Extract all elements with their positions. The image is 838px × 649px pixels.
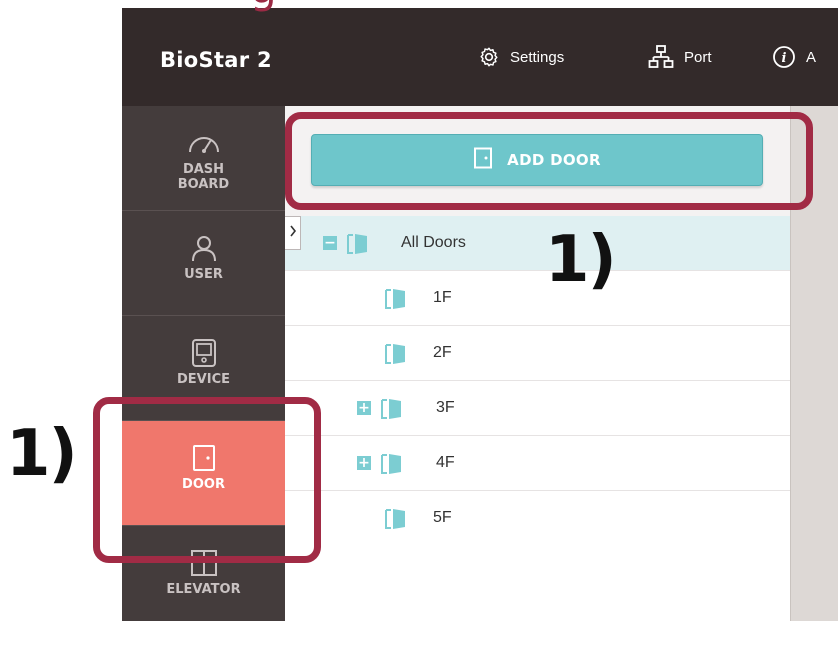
header-port[interactable]: Port xyxy=(648,8,712,106)
tree-row-all-doors[interactable]: − All Doors xyxy=(285,216,790,271)
nav-label-device: DEVICE xyxy=(177,372,230,387)
header-settings[interactable]: Settings xyxy=(478,8,564,106)
highlight-add-door xyxy=(285,112,813,210)
door-group-icon xyxy=(385,344,407,369)
door-group-icon xyxy=(381,399,403,424)
collapse-toggle[interactable]: − xyxy=(323,236,337,250)
chevron-right-icon xyxy=(289,224,297,242)
tree-row-door[interactable]: + 4F xyxy=(285,436,790,491)
gauge-icon xyxy=(187,128,221,158)
tree-label: 5F xyxy=(433,509,452,526)
annotation-step-number: 1) xyxy=(6,417,78,491)
annotation-step-number: 1) xyxy=(545,223,617,297)
tree-label: 2F xyxy=(433,344,452,361)
network-icon xyxy=(648,45,674,69)
door-group-icon xyxy=(385,509,407,534)
door-group-icon xyxy=(381,454,403,479)
highlight-door-nav xyxy=(93,397,321,563)
nav-item-dashboard[interactable]: DASH BOARD xyxy=(122,106,285,211)
app-brand: BioStar 2 xyxy=(160,48,272,72)
tree-label: 3F xyxy=(436,399,455,416)
header-settings-label: Settings xyxy=(510,48,565,66)
door-group-icon xyxy=(347,234,369,259)
expand-toggle[interactable]: + xyxy=(357,401,371,415)
nav-label-user: USER xyxy=(184,267,223,282)
user-icon xyxy=(190,233,218,263)
tree-row-door[interactable]: + 3F xyxy=(285,381,790,436)
tree-label-all-doors: All Doors xyxy=(401,234,466,251)
svg-text:i: i xyxy=(782,51,787,66)
door-group-icon xyxy=(385,289,407,314)
nav-item-user[interactable]: USER xyxy=(122,211,285,316)
device-icon xyxy=(191,338,217,368)
tree-label: 4F xyxy=(436,454,455,471)
annotation-title-remnant: g xyxy=(250,0,277,10)
tree-row-door[interactable]: 1F xyxy=(285,271,790,326)
tree-label: 1F xyxy=(433,289,452,306)
header-about-label: A xyxy=(806,48,817,66)
header-port-label: Port xyxy=(684,48,712,66)
top-header: BioStar 2 Settings Port i A xyxy=(122,8,838,106)
header-about[interactable]: i A xyxy=(772,8,816,106)
nav-label-dashboard: DASH BOARD xyxy=(177,162,230,192)
gear-icon xyxy=(478,46,500,68)
tree-row-door[interactable]: 2F xyxy=(285,326,790,381)
nav-label-elevator: ELEVATOR xyxy=(166,582,241,597)
tree-row-door[interactable]: 5F xyxy=(285,491,790,546)
info-icon: i xyxy=(772,45,796,69)
panel-collapse-toggle[interactable] xyxy=(285,216,301,250)
expand-toggle[interactable]: + xyxy=(357,456,371,470)
